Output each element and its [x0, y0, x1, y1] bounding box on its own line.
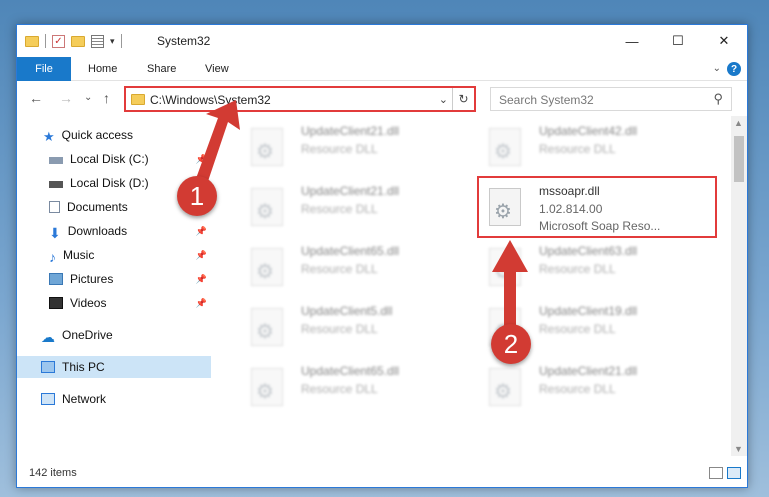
annotation-arrows — [190, 100, 528, 330]
arrow-2 — [492, 240, 528, 330]
step-2-callout: 2 — [491, 324, 531, 364]
step-1-callout: 1 — [177, 176, 217, 216]
